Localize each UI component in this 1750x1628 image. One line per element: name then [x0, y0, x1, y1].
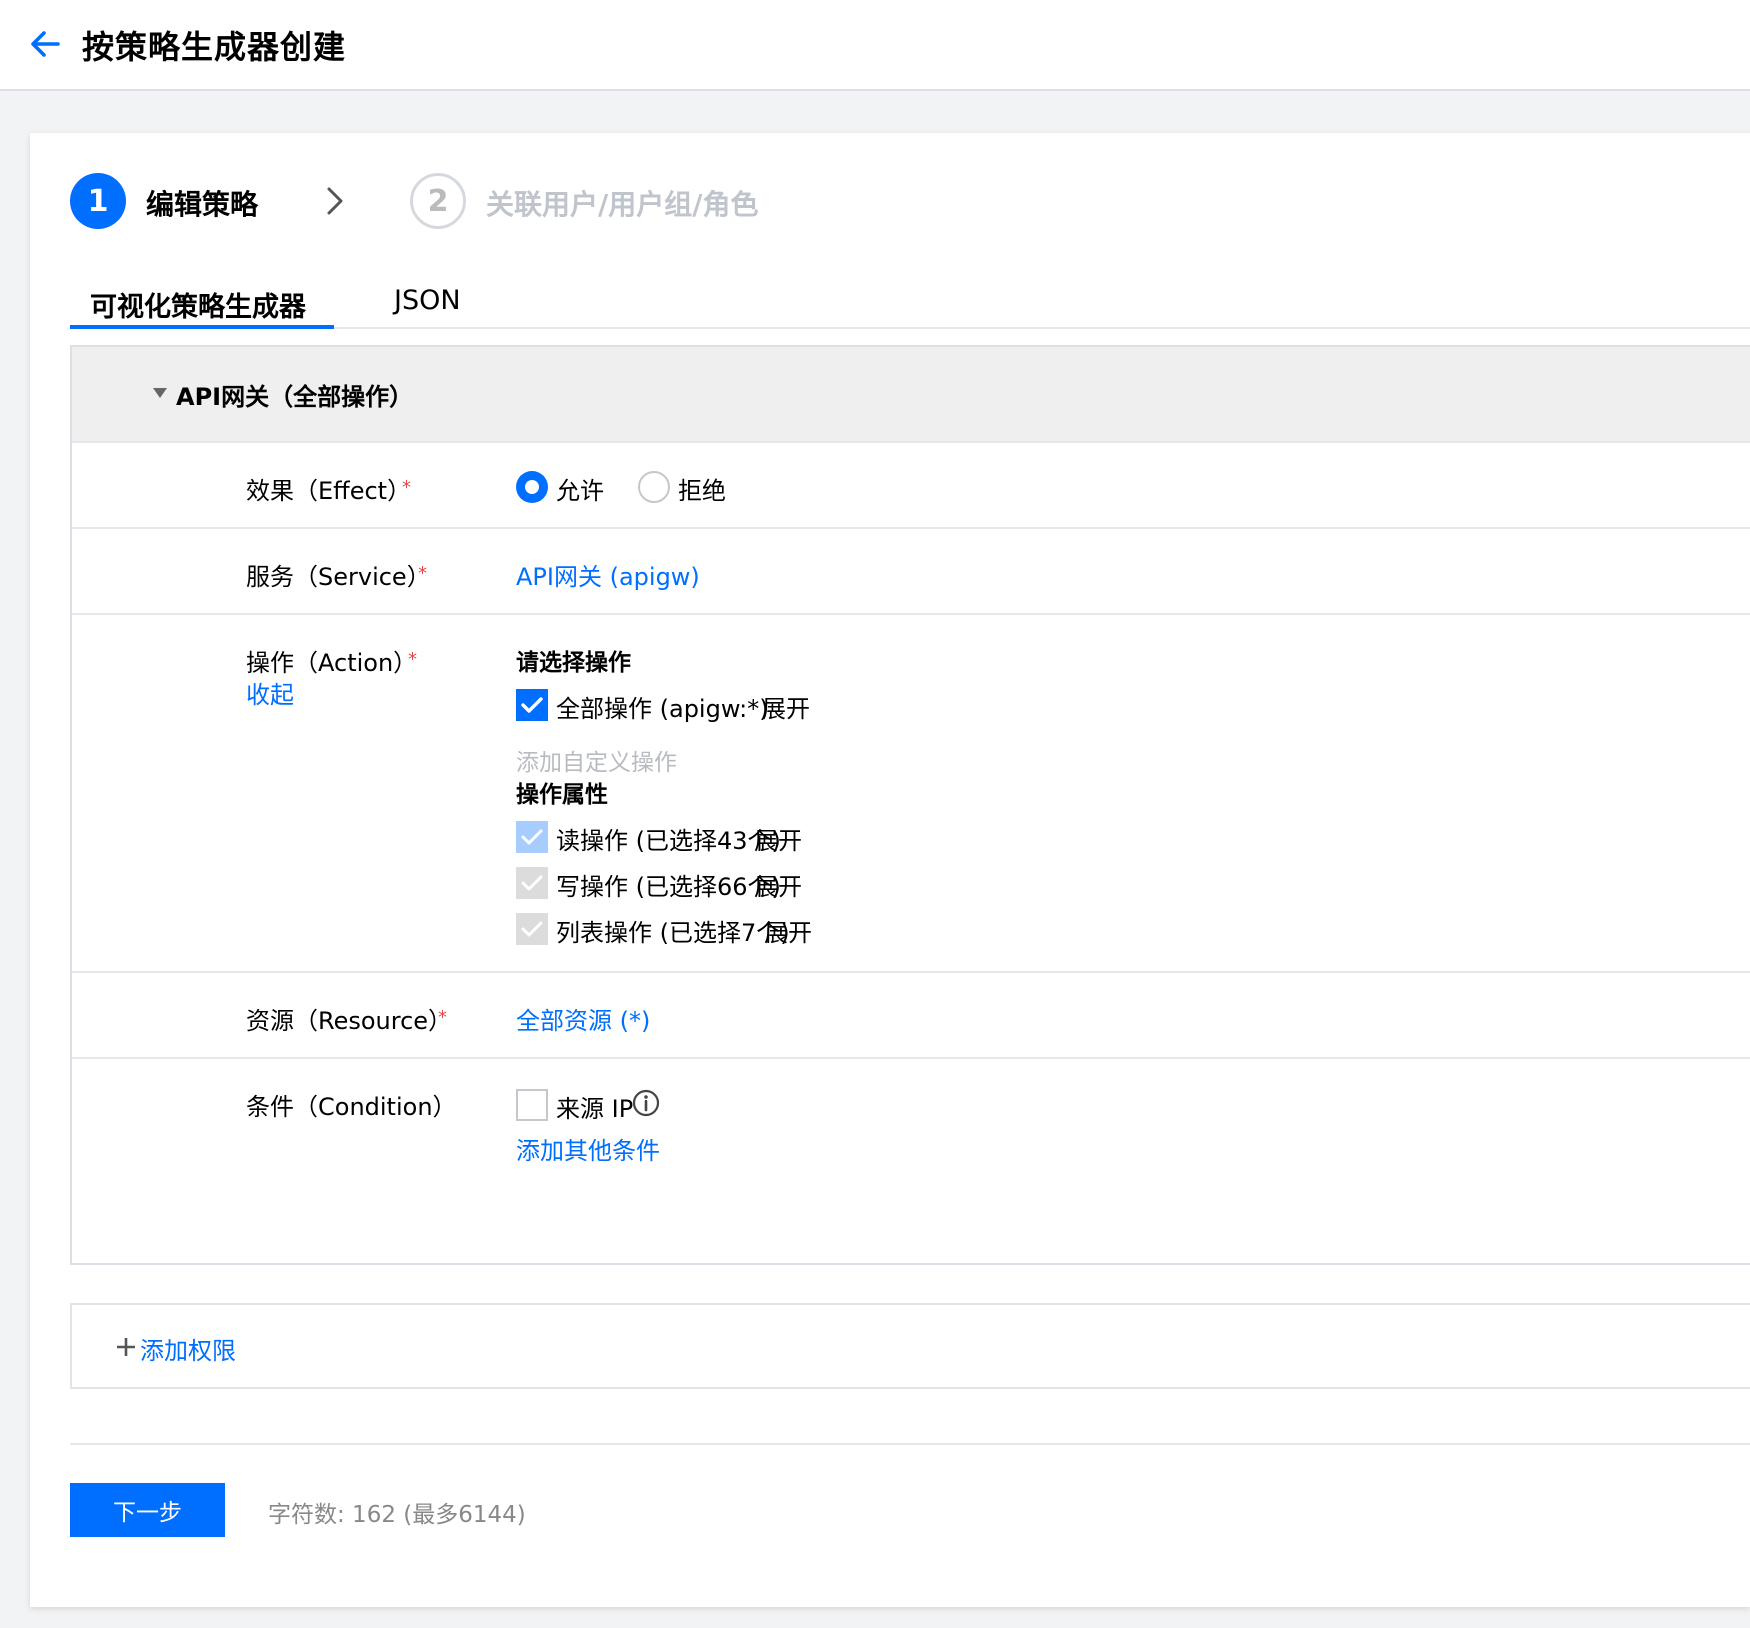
action-row: 操作（Action） * 收起 请选择操作 全部操作 (apigw:*) 展开 …	[72, 615, 1750, 973]
policy-statement-title: API网关（全部操作）	[176, 383, 414, 411]
arrow-left-icon[interactable]	[28, 28, 64, 60]
condition-row: 条件（Condition） 来源 IP 添加其他条件	[72, 1059, 1750, 1265]
required-mark: *	[438, 1007, 447, 1028]
effect-allow-label[interactable]: 允许	[556, 471, 604, 506]
policy-statement-header[interactable]: API网关（全部操作）	[72, 347, 1750, 443]
resource-value-link[interactable]: 全部资源 (*)	[516, 1001, 650, 1036]
resource-row: 资源（Resource） * 全部资源 (*)	[72, 973, 1750, 1059]
write-actions-expand-link[interactable]: 展开	[754, 867, 802, 902]
source-ip-checkbox[interactable]	[516, 1089, 548, 1121]
editor-tabs: 可视化策略生成器 JSON	[70, 273, 1750, 329]
step-1-label: 编辑策略	[146, 188, 259, 221]
policy-editor-card: 1 编辑策略 2 关联用户/用户组/角色 可视化策略生成器 JSON API网关…	[30, 133, 1750, 1607]
collapse-link[interactable]: 收起	[246, 675, 294, 710]
all-actions-checkbox[interactable]	[516, 689, 548, 721]
effect-allow-radio[interactable]	[516, 471, 548, 503]
next-step-button[interactable]: 下一步	[70, 1483, 225, 1537]
resource-label: 资源（Resource）	[246, 1007, 453, 1035]
required-mark: *	[402, 477, 411, 498]
chevron-right-icon	[327, 187, 343, 215]
effect-row: 效果（Effect） * 允许 拒绝	[72, 443, 1750, 529]
top-bar: 按策略生成器创建	[0, 0, 1750, 91]
write-actions-label[interactable]: 写操作 (已选择66个)	[556, 867, 781, 902]
list-actions-label[interactable]: 列表操作 (已选择7个)	[556, 913, 790, 948]
action-attributes-title: 操作属性	[516, 782, 608, 808]
caret-down-icon[interactable]	[152, 387, 168, 399]
footer-divider	[70, 1443, 1750, 1445]
list-actions-expand-link[interactable]: 展开	[764, 913, 812, 948]
list-actions-checkbox[interactable]	[516, 913, 548, 945]
service-row: 服务（Service） * API网关 (apigw)	[72, 529, 1750, 615]
step-1-number: 1	[70, 173, 126, 229]
add-permission-box[interactable]: 添加权限	[70, 1303, 1750, 1389]
source-ip-label[interactable]: 来源 IP	[556, 1089, 633, 1124]
action-label: 操作（Action）	[246, 649, 418, 677]
select-actions-title: 请选择操作	[516, 650, 631, 676]
condition-label: 条件（Condition）	[246, 1093, 457, 1121]
plus-icon	[117, 1338, 135, 1356]
add-custom-action-link[interactable]: 添加自定义操作	[516, 743, 677, 777]
read-actions-label[interactable]: 读操作 (已选择43个)	[556, 821, 781, 856]
required-mark: *	[418, 563, 427, 584]
service-value-link[interactable]: API网关 (apigw)	[516, 557, 700, 592]
read-actions-checkbox[interactable]	[516, 821, 548, 853]
policy-statement: API网关（全部操作） 效果（Effect） * 允许 拒绝 服务（Servic…	[70, 345, 1750, 1265]
all-actions-label[interactable]: 全部操作 (apigw:*)	[556, 689, 769, 724]
active-tab-indicator	[70, 325, 334, 329]
add-permission-link[interactable]: 添加权限	[140, 1331, 236, 1366]
effect-deny-label[interactable]: 拒绝	[678, 471, 726, 506]
step-2-label: 关联用户/用户组/角色	[486, 188, 759, 221]
required-mark: *	[408, 649, 417, 670]
info-icon[interactable]	[632, 1089, 660, 1117]
service-label: 服务（Service）	[246, 563, 431, 591]
write-actions-checkbox[interactable]	[516, 867, 548, 899]
read-actions-expand-link[interactable]: 展开	[754, 821, 802, 856]
effect-deny-radio[interactable]	[638, 471, 670, 503]
step-2-number: 2	[410, 173, 466, 229]
all-actions-expand-link[interactable]: 展开	[762, 689, 810, 724]
effect-label: 效果（Effect）	[246, 477, 412, 505]
tab-json[interactable]: JSON	[394, 285, 461, 316]
tab-visual-generator[interactable]: 可视化策略生成器	[90, 285, 306, 324]
add-other-condition-link[interactable]: 添加其他条件	[516, 1131, 660, 1166]
page-title: 按策略生成器创建	[82, 28, 347, 66]
char-count: 字符数: 162 (最多6144)	[268, 1502, 526, 1528]
